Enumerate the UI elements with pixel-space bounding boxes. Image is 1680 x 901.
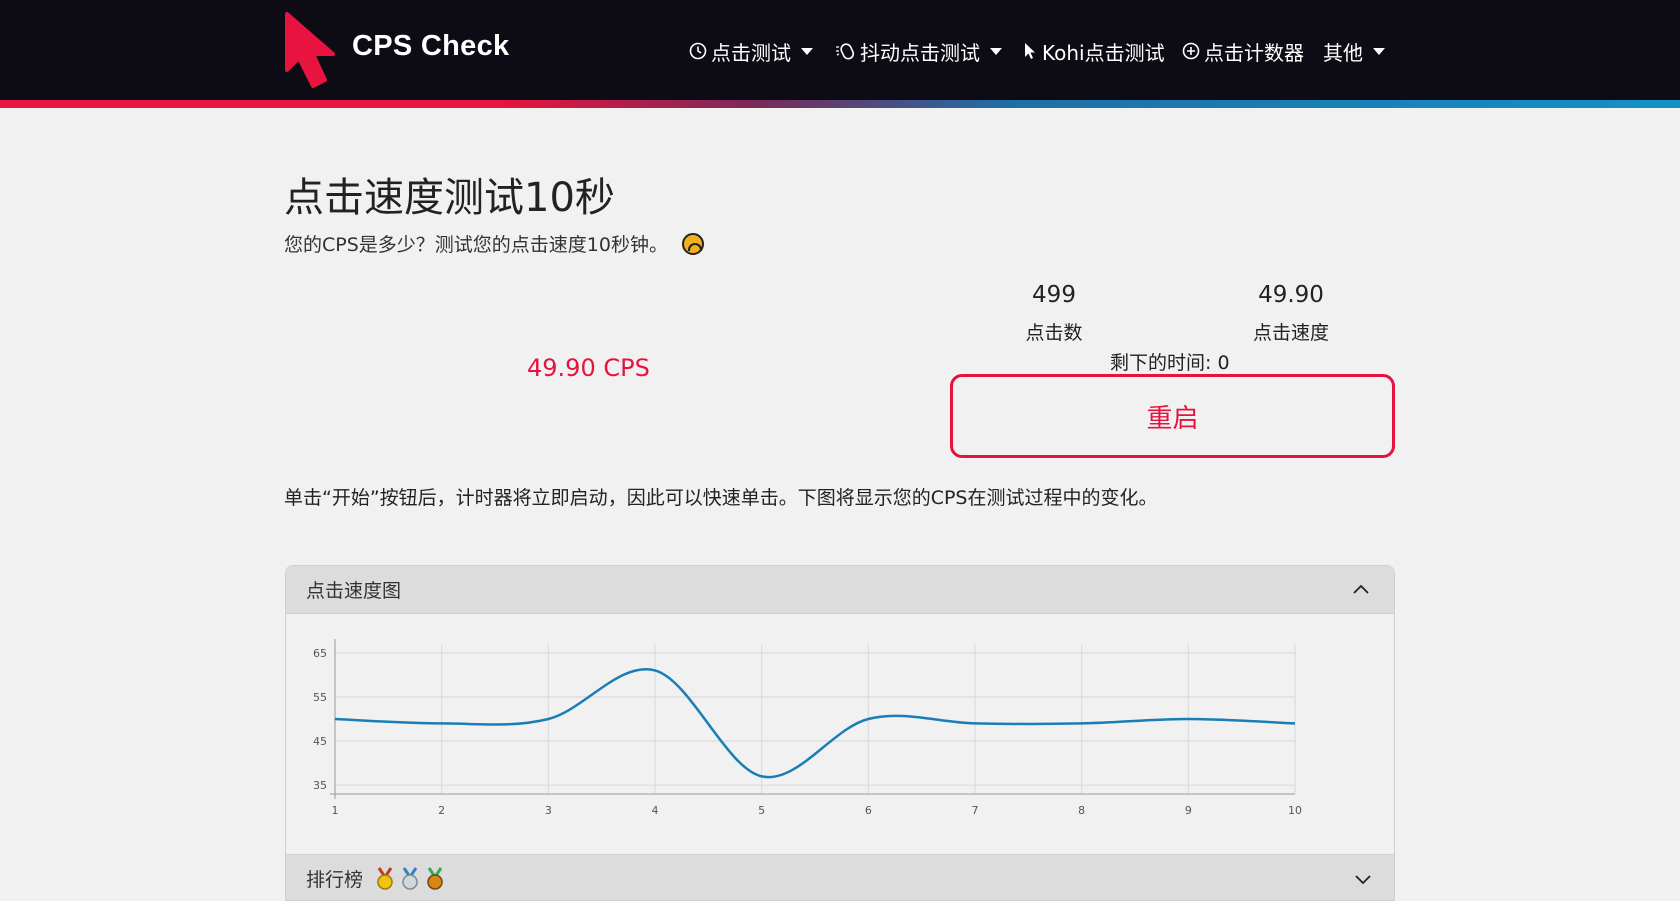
- y-tick-label: 65: [313, 647, 327, 660]
- x-tick-label: 5: [758, 804, 765, 817]
- nav-jitter-test-label: 抖动点击测试: [860, 40, 980, 65]
- header-accent-strip: [0, 100, 1680, 108]
- cps-series-line: [334, 668, 1296, 779]
- plus-circle-icon: [1182, 42, 1200, 60]
- chevron-down-icon: [801, 47, 813, 55]
- nav-other[interactable]: 其他: [1323, 36, 1385, 66]
- x-tick-label: 6: [865, 804, 872, 817]
- clock-icon: [689, 42, 707, 60]
- mouse-jitter-icon: [836, 43, 855, 60]
- x-tick-label: 10: [1288, 804, 1302, 817]
- nav-click-counter-label: 点击计数器: [1204, 40, 1304, 65]
- page-subtitle: 您的CPS是多少？测试您的点击速度10秒钟。: [284, 230, 704, 257]
- nav-kohi-test[interactable]: Kohi点击测试: [1022, 36, 1165, 66]
- chevron-up-icon[interactable]: [1352, 581, 1370, 599]
- chart-accordion-header[interactable]: 点击速度图: [286, 566, 1394, 614]
- nav-click-test-label: 点击测试: [711, 40, 791, 65]
- time-left: 剩下的时间: 0: [1110, 352, 1230, 374]
- clicks-stat: 499 点击数: [974, 282, 1134, 345]
- chevron-down-icon: [990, 47, 1002, 55]
- silver-medal-icon: [402, 866, 418, 890]
- upside-down-face-icon: [681, 232, 704, 255]
- x-tick-label: 9: [1185, 804, 1192, 817]
- top-navbar: CPS Check 点击测试 抖动点击测试 Kohi点击测试 点击计数器 其他: [0, 0, 1680, 100]
- chevron-down-icon[interactable]: [1354, 870, 1372, 888]
- y-tick-label: 35: [313, 779, 327, 792]
- cps-chart-area: 1 2 3 4 5 6 7 8 9 10 35 45 55 65: [286, 614, 1394, 854]
- y-tick-label: 45: [313, 735, 327, 748]
- x-tick-label: 3: [545, 804, 552, 817]
- y-tick-label: 55: [313, 691, 327, 704]
- chart-accordion-title: 点击速度图: [306, 580, 402, 602]
- subtitle-text: 您的CPS是多少？测试您的点击速度10秒钟。: [284, 234, 668, 256]
- leaderboard-accordion-header[interactable]: 排行榜: [286, 854, 1394, 900]
- clicks-value: 499: [1032, 282, 1076, 308]
- speed-label: 点击速度: [1252, 322, 1329, 344]
- x-tick-label: 1: [332, 804, 339, 817]
- page-title: 点击速度测试10秒: [284, 175, 615, 221]
- leaderboard-title: 排行榜: [306, 869, 364, 891]
- gold-medal-icon: [377, 866, 393, 890]
- restart-button[interactable]: 重启: [950, 374, 1395, 458]
- cursor-icon: [1025, 43, 1035, 59]
- nav-click-test[interactable]: 点击测试: [689, 36, 813, 66]
- nav-kohi-test-label: Kohi点击测试: [1042, 40, 1165, 65]
- bronze-medal-icon: [427, 866, 443, 890]
- chart-accordion: 点击速度图 1 2 3 4 5 6 7 8 9 10 35 45 55 65 排行榜: [285, 565, 1395, 901]
- nav-jitter-test[interactable]: 抖动点击测试: [834, 36, 1002, 66]
- nav-other-label: 其他: [1323, 40, 1363, 65]
- nav-click-counter[interactable]: 点击计数器: [1182, 36, 1304, 66]
- chevron-down-icon: [1373, 47, 1385, 55]
- x-tick-label: 8: [1078, 804, 1085, 817]
- clicks-label: 点击数: [1025, 322, 1083, 344]
- cps-line-chart: 1 2 3 4 5 6 7 8 9 1035455565: [313, 639, 1302, 817]
- main-nav: 点击测试 抖动点击测试 Kohi点击测试 点击计数器 其他: [0, 36, 1680, 66]
- instructions-text: 单击“开始”按钮后，计时器将立即启动，因此可以快速单击。下图将显示您的CPS在测…: [284, 487, 1158, 509]
- speed-value: 49.90: [1258, 282, 1324, 308]
- x-tick-label: 7: [972, 804, 979, 817]
- x-tick-label: 2: [438, 804, 445, 817]
- x-tick-label: 4: [652, 804, 659, 817]
- speed-stat: 49.90 点击速度: [1211, 282, 1371, 345]
- cps-result: 49.90 CPS: [527, 354, 650, 382]
